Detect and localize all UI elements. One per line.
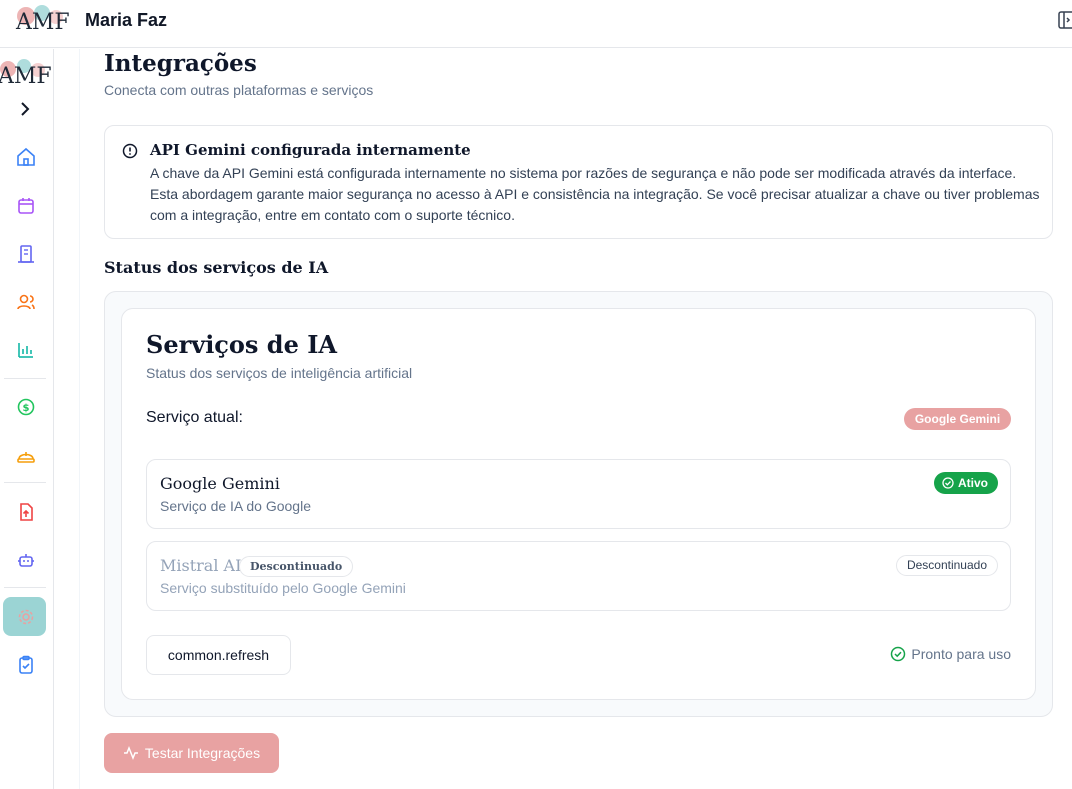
sidebar-divider <box>4 587 46 588</box>
activity-icon <box>123 745 138 761</box>
ready-status-label: Pronto para uso <box>911 646 1011 662</box>
sidebar-divider <box>4 482 46 483</box>
bot-icon[interactable] <box>14 548 38 572</box>
settings-icon[interactable] <box>14 605 38 629</box>
content-divider <box>79 49 80 789</box>
panel-toggle-icon[interactable] <box>1058 11 1072 29</box>
current-service-label: Serviço atual: <box>146 409 243 426</box>
dollar-circle-icon[interactable]: $ <box>14 395 38 419</box>
hard-hat-icon[interactable] <box>14 443 38 467</box>
alert-title: API Gemini configurada internamente <box>150 141 471 159</box>
info-alert: API Gemini configurada internamente A ch… <box>104 125 1053 239</box>
ready-status: Pronto para uso <box>890 646 1011 662</box>
top-header: AMF Maria Faz <box>0 0 1072 48</box>
building-icon[interactable] <box>14 242 38 266</box>
refresh-button[interactable]: common.refresh <box>146 635 291 675</box>
status-badge-discontinued: Descontinuado <box>895 555 998 576</box>
page-title: Integrações <box>104 50 257 77</box>
status-badge-active: Ativo <box>934 472 998 494</box>
alert-circle-icon <box>122 143 138 159</box>
users-icon[interactable] <box>14 290 38 314</box>
discontinued-inline-badge: Descontinuado <box>239 556 354 577</box>
amf-logo: AMF <box>15 5 70 35</box>
brand-name: Maria Faz <box>85 10 168 30</box>
ai-services-title: Serviços de IA <box>146 330 338 359</box>
svg-text:AMF: AMF <box>15 10 70 35</box>
service-name: Google Gemini <box>160 474 280 493</box>
chevron-right-icon[interactable] <box>14 98 36 120</box>
ai-services-subtitle: Status dos serviços de inteligência arti… <box>146 365 413 381</box>
section-title: Status dos serviços de IA <box>104 258 329 277</box>
check-circle-icon <box>942 477 954 489</box>
svg-text:$: $ <box>23 403 30 414</box>
file-upload-icon[interactable] <box>14 500 38 524</box>
clipboard-check-icon[interactable] <box>14 653 38 677</box>
status-label: Ativo <box>958 476 988 490</box>
check-circle-icon <box>891 646 906 662</box>
service-description: Serviço de IA do Google <box>160 498 311 514</box>
page-subtitle: Conecta com outras plataformas e serviço… <box>104 82 374 98</box>
test-integrations-button[interactable]: Testar Integrações <box>104 733 279 773</box>
home-icon[interactable] <box>14 145 38 169</box>
alert-body: A chave da API Gemini está configurada i… <box>150 165 1040 223</box>
service-name: Mistral AI <box>160 556 242 575</box>
bar-chart-icon[interactable] <box>14 338 38 362</box>
current-service-badge: Google Gemini <box>904 408 1011 430</box>
service-row-mistral: Mistral AI Descontinuado Serviço substit… <box>146 541 1011 611</box>
service-description: Serviço substituído pelo Google Gemini <box>160 580 406 596</box>
test-integrations-label: Testar Integrações <box>144 745 261 761</box>
svg-text:AMF: AMF <box>0 64 52 89</box>
sidebar-divider <box>4 378 46 379</box>
service-row-gemini: Google Gemini Serviço de IA do Google At… <box>146 459 1011 529</box>
sidebar: AMF $ <box>0 49 54 789</box>
calendar-icon[interactable] <box>14 194 38 218</box>
sidebar-logo: AMF <box>0 59 52 89</box>
